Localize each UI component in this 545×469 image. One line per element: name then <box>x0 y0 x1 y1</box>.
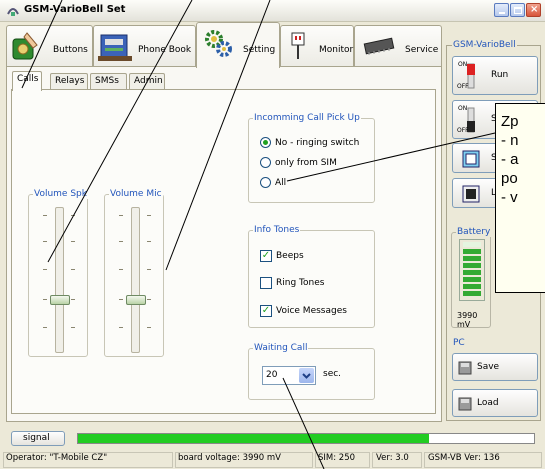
subtab-relays[interactable]: Relays <box>50 73 88 90</box>
battery-group: Battery 3990 mV <box>451 227 492 329</box>
pickup-sim-radio[interactable] <box>260 157 271 168</box>
tab-setting-label: Setting <box>243 45 276 55</box>
app-icon <box>7 8 19 16</box>
volume-spk-group: Volume Spk <box>28 189 88 357</box>
pc-label: PC <box>452 338 466 348</box>
chip-icon <box>363 37 395 55</box>
close-button[interactable]: × <box>526 3 541 17</box>
status-voltage: board voltage: 3990 mV <box>178 453 282 463</box>
device-icon <box>462 150 480 168</box>
tab-service[interactable]: Service <box>354 25 442 67</box>
ring-tones-label: Ring Tones <box>276 278 325 288</box>
pickup-no-radio[interactable] <box>260 137 271 148</box>
load-label: Load <box>477 398 499 408</box>
run-on-label: ON <box>458 61 468 68</box>
plug-icon <box>291 32 305 59</box>
callout-line: - n <box>501 132 519 149</box>
btn2-off-label: OFF <box>457 127 469 134</box>
annotation-callout: Zp - n - a po - v <box>495 103 545 293</box>
subtab-relays-label: Relays <box>55 76 85 86</box>
voice-messages-label: Voice Messages <box>276 306 347 316</box>
callout-line: po <box>501 170 518 187</box>
chevron-down-icon[interactable] <box>299 368 314 383</box>
waiting-call-label: Waiting Call <box>253 343 309 353</box>
subtab-admin-label: Admin <box>134 76 163 86</box>
status-gsm-version: GSM-VB Ver: 136 <box>428 453 500 463</box>
status-version: Ver: 3.0 <box>376 453 409 463</box>
subtab-admin[interactable]: Admin <box>129 73 165 90</box>
side-group-label: GSM-VarioBell <box>452 40 517 50</box>
phone-book-icon <box>98 34 132 61</box>
callout-line: - v <box>501 189 518 206</box>
pickup-group: Incomming Call Pick Up No - ringing swit… <box>248 113 375 203</box>
info-tones-label: Info Tones <box>253 225 301 235</box>
signal-button[interactable]: signal <box>11 431 65 446</box>
status-operator: Operator: "T-Mobile CZ" <box>6 453 108 463</box>
battery-label: Battery <box>456 227 492 237</box>
finger-press-icon <box>12 32 38 60</box>
volume-spk-slider-thumb[interactable] <box>50 295 70 305</box>
callout-line: - a <box>501 151 519 168</box>
run-label: Run <box>491 70 509 80</box>
title-bar: GSM-VarioBell Set × <box>0 0 545 22</box>
pickup-no-label: No - ringing switch <box>275 138 360 148</box>
pickup-all-label: All <box>275 178 287 188</box>
battery-value: 3990 mV <box>457 311 478 329</box>
volume-mic-slider-thumb[interactable] <box>126 295 146 305</box>
volume-spk-track[interactable] <box>55 207 64 353</box>
tab-monitor[interactable]: Monitor <box>280 25 354 67</box>
tab-buttons[interactable]: Buttons <box>6 25 93 67</box>
gears-icon <box>205 30 232 57</box>
volume-mic-group: Volume Mic <box>104 189 164 357</box>
volume-mic-label: Volume Mic <box>109 189 163 199</box>
run-off-label: OFF <box>457 83 469 90</box>
ring-tones-checkbox[interactable] <box>260 277 272 289</box>
subtab-calls[interactable]: Calls <box>12 71 42 91</box>
subtab-smss[interactable]: SMSs <box>90 73 127 90</box>
tab-phone-book-label: Phone Book <box>138 45 192 55</box>
tab-monitor-label: Monitor <box>319 45 354 55</box>
signal-progress-fill <box>78 434 430 443</box>
btn2-on-label: ON <box>458 105 468 112</box>
waiting-call-unit: sec. <box>323 369 342 379</box>
minimize-button[interactable] <box>494 3 509 17</box>
run-button[interactable]: ON OFF Run <box>452 56 538 95</box>
document-icon <box>462 185 480 203</box>
subtab-smss-label: SMSs <box>95 76 119 86</box>
pickup-label: Incomming Call Pick Up <box>253 113 361 123</box>
tab-setting[interactable]: Setting <box>196 22 280 68</box>
tab-buttons-label: Buttons <box>53 45 88 55</box>
window-title: GSM-VarioBell Set <box>24 4 126 15</box>
save-button[interactable]: Save <box>452 353 538 381</box>
waiting-call-value: 20 <box>266 370 278 380</box>
tab-phone-book[interactable]: Phone Book <box>93 25 196 67</box>
callout-line: Zp <box>501 113 519 130</box>
status-sim: SIM: 250 <box>318 453 356 463</box>
waiting-call-group: Waiting Call 20 sec. <box>248 343 375 400</box>
info-tones-group: Info Tones ✓ Beeps Ring Tones ✓ Voice Me… <box>248 225 375 328</box>
beeps-label: Beeps <box>276 251 304 261</box>
voice-messages-checkbox[interactable]: ✓ <box>260 305 272 317</box>
pickup-sim-label: only from SIM <box>275 158 337 168</box>
load-button[interactable]: Load <box>452 389 538 417</box>
signal-label: signal <box>23 433 50 443</box>
volume-mic-track[interactable] <box>131 207 140 353</box>
tab-service-label: Service <box>405 45 439 55</box>
load-icon <box>458 397 472 411</box>
volume-spk-label: Volume Spk <box>33 189 88 199</box>
waiting-call-select[interactable]: 20 <box>262 366 316 385</box>
signal-progress-bar <box>77 433 535 444</box>
maximize-button[interactable] <box>510 3 525 17</box>
beeps-checkbox[interactable]: ✓ <box>260 250 272 262</box>
save-icon <box>458 361 472 375</box>
subtab-calls-label: Calls <box>17 74 39 84</box>
pickup-all-radio[interactable] <box>260 177 271 188</box>
save-label: Save <box>477 362 500 372</box>
